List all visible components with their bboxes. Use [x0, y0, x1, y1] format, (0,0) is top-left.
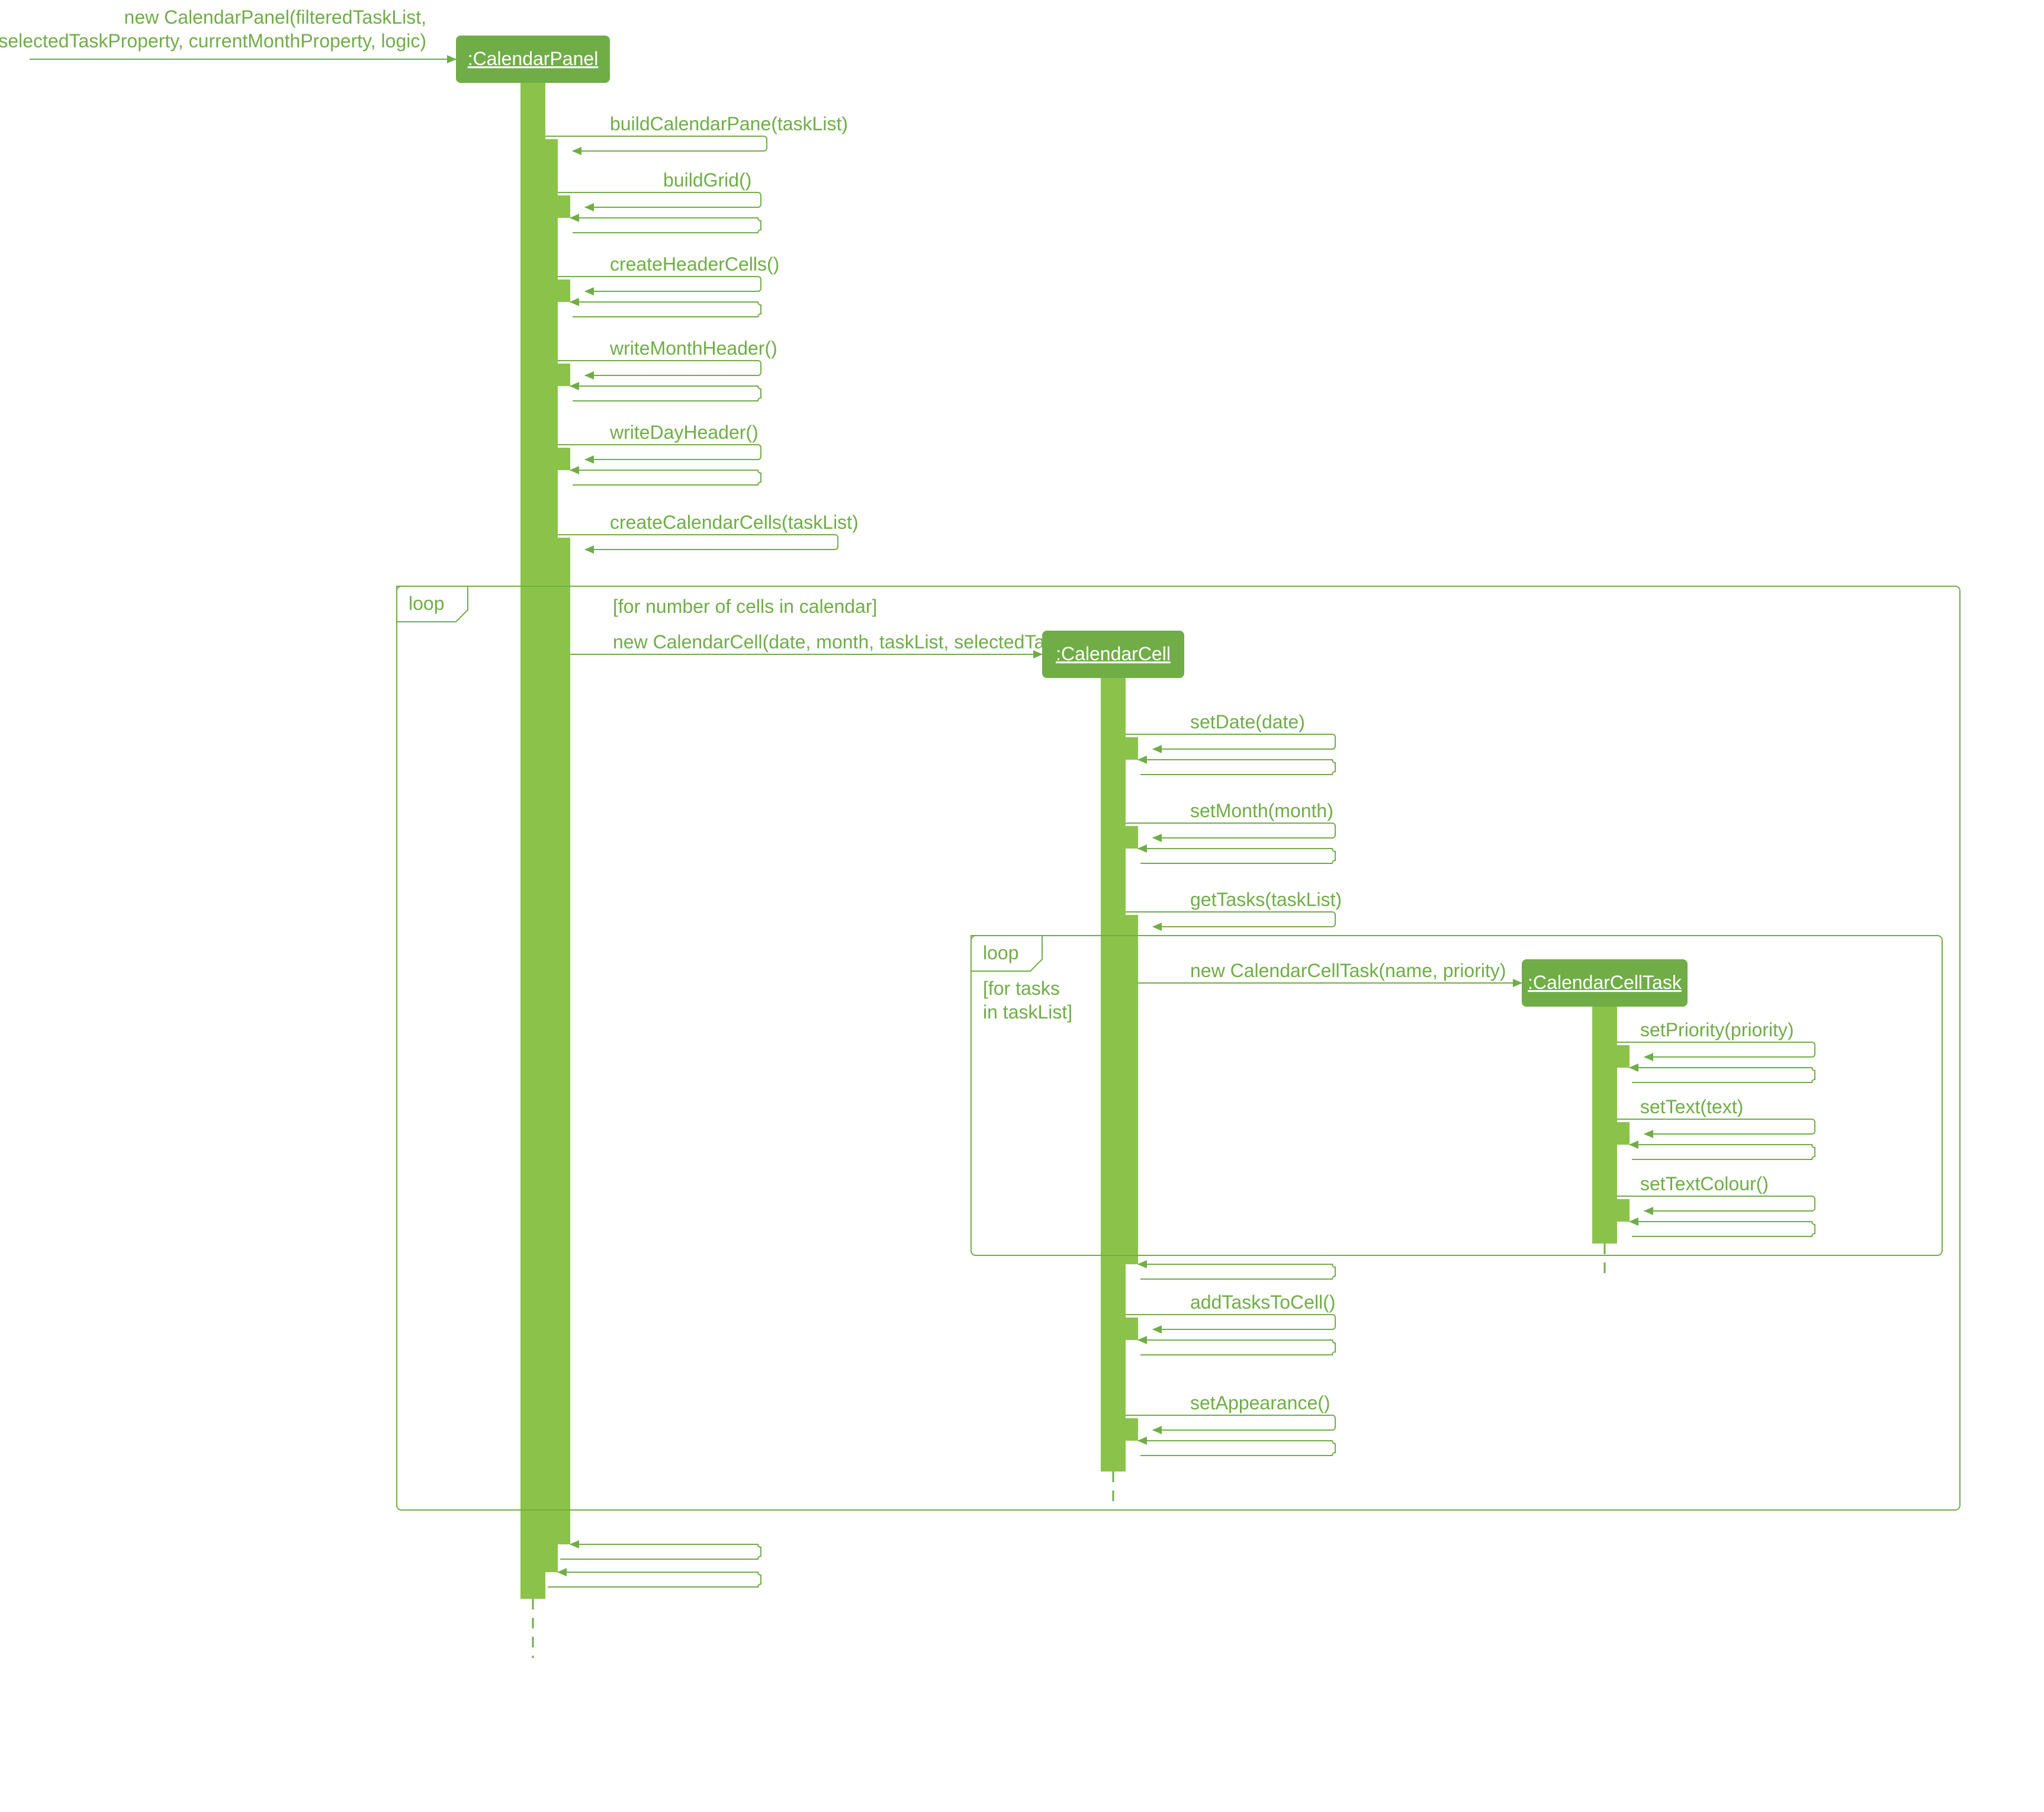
- activation-bar: [545, 195, 570, 218]
- activation-bar: [545, 364, 570, 386]
- participant-calendar-cell-label: :CalendarCell: [1056, 643, 1171, 664]
- participant-calendar-panel: :CalendarPanel: [456, 36, 610, 83]
- msg-newCalendarCell: new CalendarCell(date, month, taskList, …: [613, 631, 1070, 653]
- activation-bar: [1113, 1418, 1138, 1441]
- msg-setDate: setDate(date): [1190, 711, 1305, 732]
- participant-calendar-panel-label: :CalendarPanel: [468, 48, 599, 69]
- participant-calendar-cell-task-label: :CalendarCellTask: [1528, 972, 1682, 993]
- entry-msg-line2: selectedTaskProperty, currentMonthProper…: [0, 30, 426, 52]
- activation-bar: [1605, 1045, 1630, 1068]
- participant-calendar-cell: :CalendarCell: [1042, 631, 1184, 678]
- activation-bar: [1605, 1122, 1630, 1145]
- loop-label-outer: loop: [409, 593, 445, 614]
- msg-createHeaderCells: createHeaderCells(): [610, 253, 779, 275]
- msg-setPriority: setPriority(priority): [1640, 1019, 1794, 1040]
- msg-writeDayHeader: writeDayHeader(): [609, 422, 759, 443]
- msg-setText: setText(text): [1640, 1096, 1743, 1117]
- msg-writeMonthHeader: writeMonthHeader(): [609, 338, 777, 359]
- loop-guard-inner-l1: [for tasks: [983, 978, 1060, 999]
- msg-newCalendarCellTask: new CalendarCellTask(name, priority): [1190, 960, 1506, 981]
- activation-bar: [1113, 915, 1138, 1264]
- activation-bar: [545, 448, 570, 470]
- msg-addTasksToCell: addTasksToCell(): [1190, 1291, 1335, 1313]
- msg-createCalendarCells: createCalendarCells(taskList): [610, 512, 859, 533]
- activation-bar: [1605, 1199, 1630, 1222]
- loop-label-inner: loop: [983, 942, 1019, 963]
- activation-bar: [1113, 1318, 1138, 1340]
- activation-bar: [545, 538, 570, 1544]
- loop-guard-outer: [for number of cells in calendar]: [613, 596, 877, 617]
- msg-setAppearance: setAppearance(): [1190, 1392, 1330, 1413]
- loop-guard-inner-l2: in taskList]: [983, 1001, 1072, 1023]
- msg-buildCalendarPane: buildCalendarPane(taskList): [610, 113, 848, 134]
- msg-getTasks: getTasks(taskList): [1190, 889, 1342, 910]
- activation-bar: [1113, 826, 1138, 849]
- msg-buildGrid: buildGrid(): [663, 169, 751, 191]
- loop-frame-outer: loop [for number of cells in calendar]: [397, 586, 1960, 1510]
- entry-msg-line1: new CalendarPanel(filteredTaskList,: [124, 7, 426, 28]
- activation-bar: [545, 279, 570, 302]
- msg-setMonth: setMonth(month): [1190, 800, 1333, 821]
- msg-setTextColour: setTextColour(): [1640, 1173, 1769, 1194]
- participant-calendar-cell-task: :CalendarCellTask: [1522, 959, 1688, 1007]
- activation-bar: [1113, 737, 1138, 760]
